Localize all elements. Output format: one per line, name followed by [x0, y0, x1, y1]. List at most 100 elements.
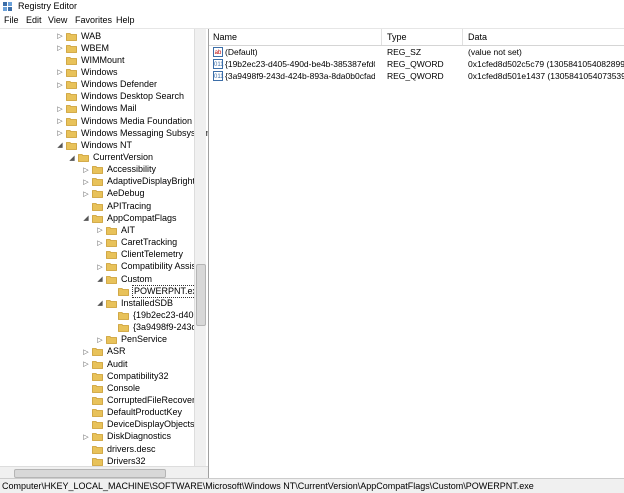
collapse-arrow-icon[interactable]: ◢: [68, 154, 76, 162]
tree-item[interactable]: ◢ CurrentVersion: [68, 152, 154, 164]
tree-item[interactable]: ◢ Windows NT: [56, 139, 133, 151]
expand-arrow-icon[interactable]: ▷: [96, 336, 104, 344]
tree-item[interactable]: ▷ Audit: [82, 358, 129, 370]
tree-item[interactable]: ClientTelemetry: [96, 249, 184, 261]
menu-edit[interactable]: Edit: [26, 15, 42, 25]
tree-item[interactable]: {19b2ec23-d405-: [108, 309, 203, 321]
tree-item[interactable]: ◢ InstalledSDB: [96, 297, 174, 309]
tree-item-label: Compatibility Assista: [121, 261, 204, 272]
tree-item-label: AeDebug: [107, 188, 145, 199]
tree-item[interactable]: ▷ Windows Mail: [56, 103, 138, 115]
tree-item[interactable]: ▷ AdaptiveDisplayBrightne: [82, 176, 206, 188]
tree-item[interactable]: ▷ CaretTracking: [96, 237, 178, 249]
menu-view[interactable]: View: [48, 15, 67, 25]
tree-item[interactable]: ▷ WBEM: [56, 42, 110, 54]
collapse-arrow-icon[interactable]: ◢: [96, 299, 104, 307]
tree-item[interactable]: ▷ PenService: [96, 334, 168, 346]
expand-arrow-icon[interactable]: ▷: [82, 433, 90, 441]
value-row[interactable]: 011{3a9498f9-243d-424b-893a-8da0b0cfad53…: [209, 70, 624, 82]
expand-arrow-icon[interactable]: ▷: [82, 360, 90, 368]
folder-icon: [66, 56, 77, 65]
menu-bar: File Edit View Favorites Help: [0, 14, 624, 29]
tree-item[interactable]: drivers.desc: [82, 443, 157, 455]
tree-item-label: Compatibility32: [107, 370, 169, 381]
tree-item[interactable]: WIMMount: [56, 54, 126, 66]
title-bar: Registry Editor: [0, 0, 624, 14]
value-data-cell: 0x1cfed8d501e1437 (130584105407353911): [468, 71, 624, 81]
menu-favorites[interactable]: Favorites: [75, 15, 112, 25]
tree-item[interactable]: ▷ AeDebug: [82, 188, 146, 200]
tree-item[interactable]: ▷ Windows: [56, 66, 119, 78]
menu-file[interactable]: File: [4, 15, 19, 25]
column-type-header[interactable]: Type: [387, 32, 407, 42]
tree-item[interactable]: ◢ Custom: [96, 273, 153, 285]
expand-arrow-icon[interactable]: ▷: [56, 44, 64, 52]
expand-arrow-icon[interactable]: ▷: [96, 263, 104, 271]
value-row[interactable]: 011{19b2ec23-d405-490d-be4b-385387efd0a1…: [209, 58, 624, 70]
tree-item[interactable]: {3a9498f9-243d-4: [108, 322, 206, 334]
collapse-arrow-icon[interactable]: ◢: [82, 214, 90, 222]
column-data-header[interactable]: Data: [468, 32, 487, 42]
expand-arrow-icon[interactable]: ▷: [56, 68, 64, 76]
tree-item[interactable]: ▷ WAB: [56, 30, 102, 42]
no-expander: [82, 409, 90, 417]
tree-item[interactable]: Windows Desktop Search: [56, 91, 185, 103]
value-row[interactable]: ab (Default) REG_SZ (value not set): [209, 46, 624, 58]
tree-item[interactable]: ◢ AppCompatFlags: [82, 212, 178, 224]
tree-item-label: Windows Mail: [81, 103, 137, 114]
tree-item-label: Windows Desktop Search: [81, 91, 185, 102]
tree-item-label: CaretTracking: [121, 237, 178, 248]
menu-help[interactable]: Help: [116, 15, 135, 25]
no-expander: [82, 421, 90, 429]
registry-tree[interactable]: ▷ WAB ▷ WBEM WIMMount ▷ Windows ▷ Windows Defend…: [0, 29, 209, 478]
tree-item[interactable]: ▷ Compatibility Assista: [96, 261, 205, 273]
tree-vertical-scroll-thumb[interactable]: [196, 264, 206, 326]
values-list[interactable]: Name Type Data ab (Default) REG_SZ (value n…: [209, 29, 624, 478]
expand-arrow-icon[interactable]: ▷: [82, 178, 90, 186]
tree-item[interactable]: DefaultProductKey: [82, 407, 183, 419]
tree-item[interactable]: ▷ Windows Defender: [56, 79, 158, 91]
expand-arrow-icon[interactable]: ▷: [82, 190, 90, 198]
tree-item[interactable]: APITracing: [82, 200, 152, 212]
tree-item[interactable]: Compatibility32: [82, 370, 170, 382]
expand-arrow-icon[interactable]: ▷: [96, 226, 104, 234]
tree-item[interactable]: ▷ Accessibility: [82, 164, 157, 176]
folder-icon: [92, 433, 103, 442]
no-expander: [82, 372, 90, 380]
column-separator[interactable]: [462, 29, 463, 45]
tree-item[interactable]: ▷ AIT: [96, 224, 136, 236]
binary-value-icon: 011: [213, 71, 224, 81]
expand-arrow-icon[interactable]: ▷: [56, 105, 64, 113]
tree-item-label: ClientTelemetry: [121, 249, 184, 260]
tree-item[interactable]: POWERPNT.exe: [108, 284, 205, 298]
tree-item[interactable]: ▷ DiskDiagnostics: [82, 431, 172, 443]
collapse-arrow-icon[interactable]: ◢: [96, 275, 104, 283]
expand-arrow-icon[interactable]: ▷: [56, 32, 64, 40]
folder-icon: [78, 154, 89, 162]
folder-icon: [106, 336, 117, 345]
expand-arrow-icon[interactable]: ▷: [56, 129, 64, 137]
no-expander: [82, 445, 90, 453]
tree-item[interactable]: DeviceDisplayObjects: [82, 419, 196, 431]
expand-arrow-icon[interactable]: ▷: [82, 348, 90, 356]
tree-vertical-scrollbar[interactable]: [194, 29, 206, 478]
tree-item[interactable]: CorruptedFileRecovery: [82, 395, 201, 407]
expand-arrow-icon[interactable]: ▷: [56, 117, 64, 125]
tree-item[interactable]: ▷ ASR: [82, 346, 127, 358]
tree-item[interactable]: ▷ Windows Messaging Subsystem: [56, 127, 208, 139]
expand-arrow-icon[interactable]: ▷: [82, 166, 90, 174]
folder-icon: [92, 202, 103, 211]
tree-item[interactable]: ▷ Windows Media Foundation: [56, 115, 193, 127]
column-separator[interactable]: [381, 29, 382, 45]
tree-item[interactable]: Console: [82, 382, 141, 394]
tree-horizontal-scroll-thumb[interactable]: [14, 469, 166, 478]
no-expander: [82, 397, 90, 405]
folder-icon: [92, 348, 103, 357]
folder-icon: [106, 275, 117, 284]
expand-arrow-icon[interactable]: ▷: [56, 81, 64, 89]
expand-arrow-icon[interactable]: ▷: [96, 239, 104, 247]
folder-icon: [118, 324, 129, 332]
tree-item-label: Windows Media Foundation: [81, 115, 193, 126]
collapse-arrow-icon[interactable]: ◢: [56, 141, 64, 149]
column-name-header[interactable]: Name: [213, 32, 237, 42]
